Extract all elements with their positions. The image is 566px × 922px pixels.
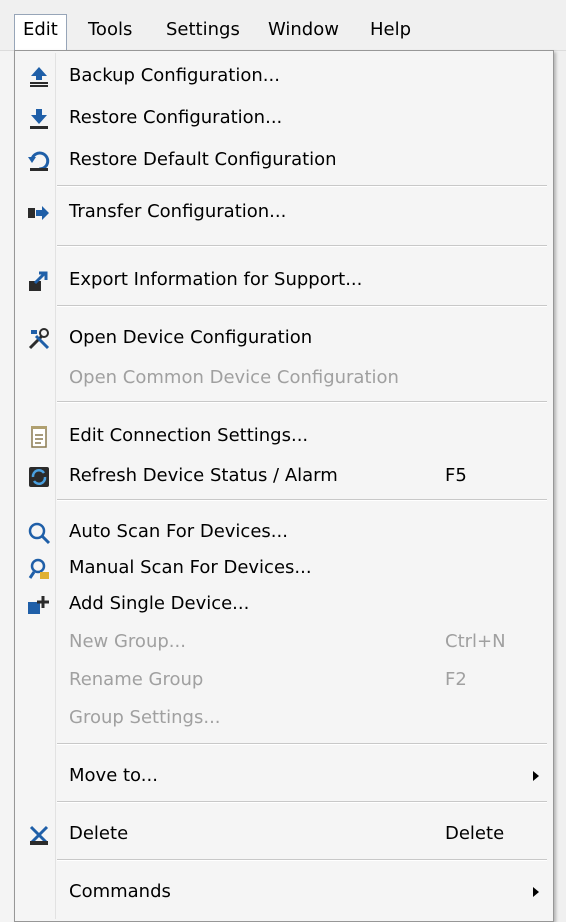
menu-separator	[57, 499, 547, 501]
menu-item-label: Export Information for Support...	[69, 269, 363, 290]
menu-settings[interactable]: Settings	[158, 14, 248, 46]
tools-icon	[27, 327, 51, 351]
menu-item-auto-scan[interactable]: Auto Scan For Devices...	[17, 515, 551, 549]
menu-item-delete[interactable]: Delete Delete	[17, 817, 551, 851]
magnifier-icon	[27, 521, 51, 545]
menu-bar: Edit Tools Settings Window Help	[0, 0, 566, 51]
menu-item-rename-group[interactable]: Rename Group F2	[17, 663, 551, 697]
menu-separator	[57, 401, 547, 403]
menu-item-label: Backup Configuration...	[69, 65, 280, 86]
shortcut-key: F2	[445, 669, 467, 690]
menu-separator	[57, 185, 547, 187]
submenu-arrow-icon	[533, 771, 539, 781]
menu-item-commands[interactable]: Commands	[17, 875, 551, 909]
menu-separator	[57, 305, 547, 307]
menu-edit[interactable]: Edit	[14, 14, 67, 51]
menu-item-label: New Group...	[69, 631, 186, 652]
menu-item-label: Open Common Device Configuration	[69, 367, 399, 388]
edit-dropdown-menu: Backup Configuration... Restore Configur…	[14, 50, 554, 922]
menu-item-label: Open Device Configuration	[69, 327, 313, 348]
menu-item-new-group[interactable]: New Group... Ctrl+N	[17, 625, 551, 659]
restore-down-arrow-icon	[27, 107, 51, 131]
menu-item-label: Group Settings...	[69, 707, 221, 728]
menu-item-add-single-device[interactable]: Add Single Device...	[17, 587, 551, 621]
menu-item-backup-configuration[interactable]: Backup Configuration...	[17, 59, 551, 93]
menu-item-open-device-configuration[interactable]: Open Device Configuration	[17, 321, 551, 355]
menu-separator	[57, 245, 547, 247]
menu-item-export-information[interactable]: Export Information for Support...	[17, 263, 551, 297]
menu-item-label: Edit Connection Settings...	[69, 425, 309, 446]
menu-item-refresh-device-status[interactable]: Refresh Device Status / Alarm F5	[17, 459, 551, 493]
menu-item-label: Delete	[69, 823, 129, 844]
menu-window[interactable]: Window	[260, 14, 347, 46]
shortcut-key: F5	[445, 465, 467, 486]
transfer-icon	[27, 201, 51, 225]
menu-item-label: Transfer Configuration...	[69, 201, 287, 222]
menu-item-restore-default-configuration[interactable]: Restore Default Configuration	[17, 143, 551, 177]
add-device-icon	[27, 593, 51, 617]
menu-item-label: Restore Default Configuration	[69, 149, 337, 170]
menu-item-label: Restore Configuration...	[69, 107, 283, 128]
menu-separator	[57, 859, 547, 861]
window-background-right	[554, 50, 566, 922]
menu-item-group-settings[interactable]: Group Settings...	[17, 701, 551, 735]
menu-separator	[57, 743, 547, 745]
backup-up-arrow-icon	[27, 65, 51, 89]
refresh-icon	[27, 465, 51, 489]
export-icon	[27, 269, 51, 293]
menu-item-manual-scan[interactable]: Manual Scan For Devices...	[17, 551, 551, 585]
menu-item-edit-connection-settings[interactable]: Edit Connection Settings...	[17, 419, 551, 453]
menu-item-move-to[interactable]: Move to...	[17, 759, 551, 793]
shortcut-key: Ctrl+N	[445, 631, 506, 652]
menu-item-label: Refresh Device Status / Alarm	[69, 465, 338, 486]
document-icon	[27, 425, 51, 449]
delete-icon	[27, 823, 51, 847]
submenu-arrow-icon	[533, 887, 539, 897]
menu-item-label: Add Single Device...	[69, 593, 250, 614]
manual-scan-icon	[27, 557, 51, 581]
menu-separator	[57, 801, 547, 803]
menu-item-label: Move to...	[69, 765, 158, 786]
menu-tools[interactable]: Tools	[80, 14, 140, 46]
menu-help[interactable]: Help	[362, 14, 419, 46]
menu-item-label: Rename Group	[69, 669, 204, 690]
menu-item-transfer-configuration[interactable]: Transfer Configuration...	[17, 195, 551, 229]
menu-item-label: Manual Scan For Devices...	[69, 557, 312, 578]
shortcut-key: Delete	[445, 823, 505, 844]
window-background-left	[0, 50, 14, 922]
restore-default-icon	[27, 149, 51, 173]
menu-item-open-common-device-configuration[interactable]: Open Common Device Configuration	[17, 361, 551, 395]
menu-item-label: Commands	[69, 881, 171, 902]
menu-item-restore-configuration[interactable]: Restore Configuration...	[17, 101, 551, 135]
menu-item-label: Auto Scan For Devices...	[69, 521, 288, 542]
